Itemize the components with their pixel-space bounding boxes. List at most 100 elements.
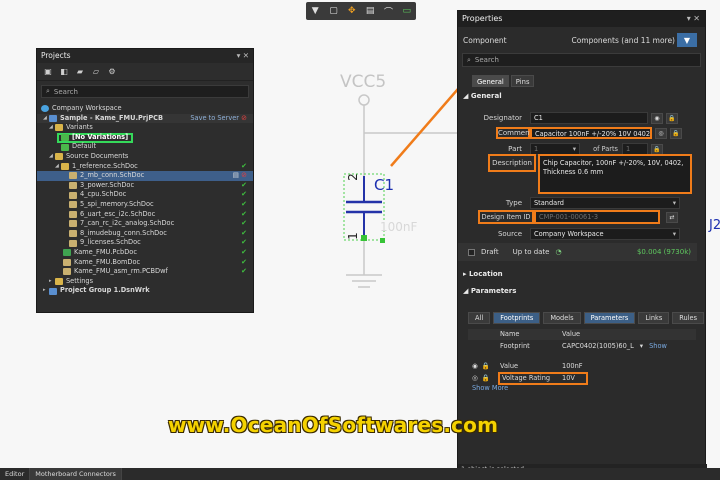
schematic-toolbar: ▼ ▢ ✥ ▤ ⌒ ▭	[306, 2, 416, 20]
schematic-doc-icon	[69, 239, 77, 247]
param-tab-parameters[interactable]: Parameters	[583, 312, 636, 324]
projects-search-input[interactable]: ⌕ Search	[41, 85, 249, 98]
schematic-doc-icon	[69, 220, 77, 228]
tree-item-label: 8_imudebug_conn.SchDoc	[80, 228, 167, 237]
draft-checkbox[interactable]	[468, 248, 475, 256]
tree-item[interactable]: [No Variations]	[37, 132, 253, 143]
check-icon: ✔	[241, 247, 247, 256]
tree-item[interactable]: ◢ Sample - Kame_FMU.PrjPCB Save to Serve…	[37, 113, 253, 124]
param-tab-links[interactable]: Links	[638, 312, 670, 324]
open-folder-icon[interactable]: ▰	[75, 67, 85, 77]
tree-item[interactable]: ◢ Source Documents	[37, 152, 253, 162]
param-tab-all[interactable]: All	[468, 312, 491, 324]
align-icon[interactable]: ▤	[364, 5, 376, 17]
tree-item[interactable]: 5_spi_memory.SchDoc ✔	[37, 200, 253, 210]
projects-toolbar: ▣ ◧ ▰ ▱ ⚙	[37, 63, 253, 81]
lock-icon[interactable]: 🔒	[651, 143, 663, 155]
tree-item-label: 5_spi_memory.SchDoc	[80, 199, 154, 208]
projects-panel-title: Projects	[41, 51, 71, 60]
save-to-server-link[interactable]: Save to Server	[190, 114, 239, 124]
description-field[interactable]: Chip Capacitor, 100nF +/-20%, 10V, 0402,…	[538, 154, 692, 194]
tree-item[interactable]: 8_imudebug_conn.SchDoc ✔	[37, 229, 253, 239]
vcc5-net-label: VCC5	[340, 72, 387, 92]
tree-item[interactable]: ▸ Settings	[37, 277, 253, 287]
tree-item[interactable]: 2_mb_conn.SchDoc ▤ ⊘	[37, 171, 253, 181]
tree-item[interactable]: 3_power.SchDoc ✔	[37, 181, 253, 191]
param-name: Voltage Rating	[502, 374, 551, 382]
folder-icon	[55, 124, 63, 132]
document-open-icon[interactable]: ▤	[233, 171, 239, 181]
filter-button[interactable]: ▼	[677, 33, 697, 47]
search-icon: ⌕	[467, 55, 471, 64]
visibility-eye-icon[interactable]: ◉	[472, 360, 478, 372]
tree-item[interactable]: Kame_FMU_asm_rm.PCBDwf ✔	[37, 267, 253, 277]
show-footprint-link[interactable]: Show	[649, 340, 667, 352]
lock-icon[interactable]: 🔒	[666, 112, 678, 124]
gear-icon[interactable]: ⚙	[107, 67, 117, 77]
edge-label: J2	[709, 218, 720, 233]
move-icon[interactable]: ✥	[346, 5, 358, 17]
folder-icon	[55, 153, 63, 161]
tab-general[interactable]: General	[472, 75, 509, 87]
parameters-section-header[interactable]: ◢ Parameters	[458, 285, 516, 297]
tree-item[interactable]: Company Workspace	[37, 104, 253, 114]
lock-icon[interactable]: 🔒	[482, 372, 490, 384]
design-item-field[interactable]: CMP-001-00061-3	[534, 210, 660, 224]
tree-item[interactable]: 6_uart_esc_i2c.SchDoc ✔	[37, 210, 253, 220]
table-row[interactable]: Footprint CAPC0402(1005)60_L ▾ Show	[468, 340, 696, 352]
param-tab-footprints[interactable]: Footprints	[493, 312, 541, 324]
bus-icon[interactable]: ▭	[401, 5, 413, 17]
param-tab-models[interactable]: Models	[543, 312, 581, 324]
watermark: www.OceanOfSoftwares.com	[168, 413, 499, 437]
param-tab-rules[interactable]: Rules	[672, 312, 705, 324]
tree-item[interactable]: 4_cpu.SchDoc ✔	[37, 190, 253, 200]
tree-item[interactable]: Default	[37, 142, 253, 152]
description-label: Description	[488, 154, 536, 172]
table-row[interactable]: ◉ 🔒 Value 100nF	[468, 360, 696, 372]
tab-editor[interactable]: Editor	[0, 468, 31, 480]
schematic-doc-icon	[69, 182, 77, 190]
tree-item[interactable]: 9_licenses.SchDoc ✔	[37, 238, 253, 248]
lock-icon[interactable]: 🔒	[482, 360, 490, 372]
visibility-eye-icon[interactable]: ◉	[651, 112, 663, 124]
schematic-doc-icon	[69, 191, 77, 199]
location-section-header[interactable]: ▸ Location	[458, 268, 503, 280]
comment-field[interactable]: Capacitor 100nF +/-20% 10V 0402	[530, 127, 652, 139]
tab-motherboard-connectors[interactable]: Motherboard Connectors	[30, 468, 122, 480]
tree-item[interactable]: ▸ Project Group 1.DsnWrk	[37, 286, 253, 296]
table-row[interactable]: ◎ 🔒 Voltage Rating 10V	[468, 372, 696, 385]
dropdown-arrow-icon[interactable]: ▾	[640, 340, 643, 352]
price-label: $0.004 (9730k)	[636, 248, 691, 256]
part-label: Part	[508, 145, 522, 153]
tree-item-label: Kame_FMU.PcbDoc	[74, 247, 137, 256]
tab-pins[interactable]: Pins	[510, 75, 535, 87]
parameters-table-header: Name Value	[468, 329, 696, 340]
show-more-link[interactable]: Show More	[468, 384, 696, 395]
capacitor-value-ghost: 100nF	[380, 220, 418, 234]
check-icon: ✔	[241, 219, 247, 228]
lock-icon[interactable]: 🔒	[670, 127, 682, 139]
general-section-header[interactable]: ◢ General	[458, 90, 705, 102]
wire-icon[interactable]: ⌒	[382, 5, 394, 18]
select-rect-icon[interactable]: ▢	[327, 5, 339, 17]
tree-item[interactable]: ◢ 1_reference.SchDoc ✔	[37, 162, 253, 172]
folder-add-icon[interactable]: ▱	[91, 67, 101, 77]
tree-item[interactable]: Kame_FMU.BomDoc ✔	[37, 258, 253, 268]
open-project-icon[interactable]: ◧	[59, 67, 69, 77]
source-select[interactable]: Company Workspace	[530, 228, 680, 240]
type-select[interactable]: Standard	[530, 197, 680, 209]
tree-item[interactable]: ◢ Variants	[37, 123, 253, 133]
properties-search-input[interactable]: ⌕ Search	[462, 53, 701, 67]
panel-controls-icon[interactable]: ▾ ✕	[237, 49, 253, 63]
swap-icon[interactable]: ⇄	[666, 211, 678, 223]
save-icon[interactable]: ▣	[43, 67, 53, 77]
panel-controls-icon[interactable]: ▾ ✕	[687, 11, 705, 27]
designator-field[interactable]: C1	[530, 112, 648, 124]
tree-item[interactable]: 7_can_rc_i2c_analog.SchDoc ✔	[37, 219, 253, 229]
visibility-eye-off-icon[interactable]: ◎	[655, 127, 667, 139]
check-icon: ✔	[241, 257, 247, 266]
filter-icon[interactable]: ▼	[309, 5, 321, 17]
tree-item[interactable]: Kame_FMU.PcbDoc ✔	[37, 248, 253, 258]
capacitor-designator[interactable]: C1	[374, 176, 394, 194]
visibility-eye-off-icon[interactable]: ◎	[472, 372, 478, 384]
